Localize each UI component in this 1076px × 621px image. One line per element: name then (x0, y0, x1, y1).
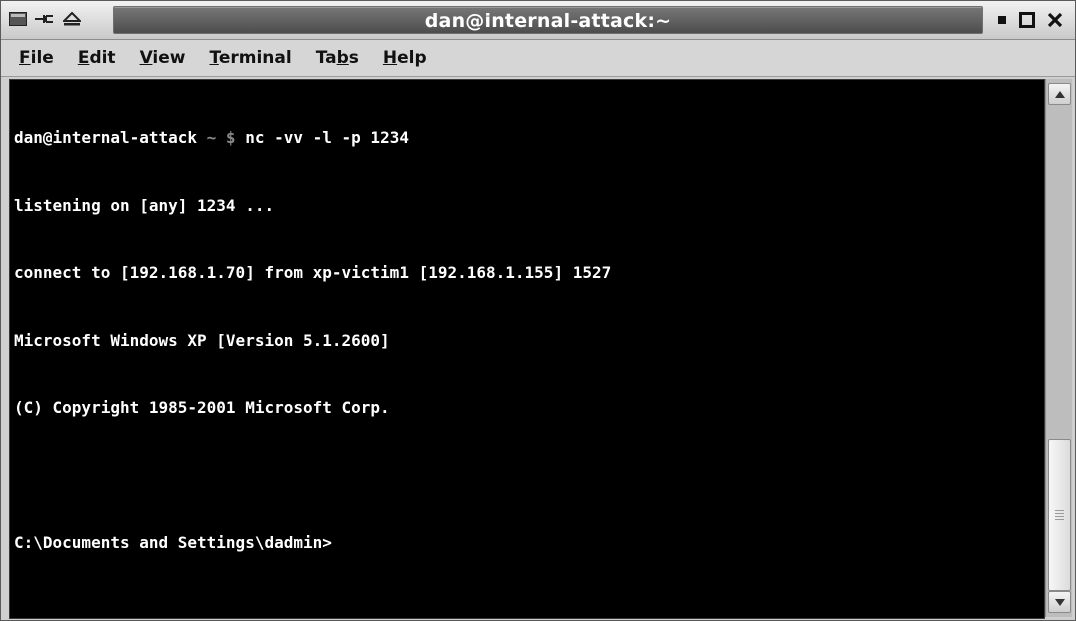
minimize-icon[interactable] (993, 9, 1011, 31)
scroll-down-icon[interactable] (1048, 591, 1071, 613)
terminal-line: listening on [any] 1234 ... (14, 195, 275, 215)
window-menu-icon[interactable] (7, 9, 29, 29)
grip-icon (1055, 510, 1064, 522)
close-icon[interactable] (1043, 9, 1067, 31)
window-title: dan@internal-attack:~ (424, 10, 672, 32)
terminal-prompt-line: dan@internal-attack ~ $ nc -vv -l -p 123… (14, 127, 611, 150)
menu-file-label: File (19, 48, 54, 68)
scroll-thumb[interactable] (1048, 439, 1071, 591)
prompt-separator: ~ $ (197, 128, 246, 147)
menu-file[interactable]: File (1, 40, 66, 76)
terminal-output[interactable]: dan@internal-attack ~ $ nc -vv -l -p 123… (9, 79, 1045, 619)
menu-tabs[interactable]: Tabs (304, 40, 371, 76)
terminal-line: ​ (14, 465, 611, 488)
terminal-line: (C) Copyright 1985-2001 Microsoft Corp. (14, 398, 390, 417)
menu-help-label: Help (382, 48, 427, 68)
menu-view[interactable]: View (128, 40, 198, 76)
menu-bar: File Edit View Terminal Tabs Help (1, 40, 1075, 77)
terminal-line: C:\Documents and Settings\dadmin> (14, 533, 332, 552)
menu-terminal[interactable]: Terminal (197, 40, 303, 76)
menu-view-label: View (139, 48, 186, 68)
menu-terminal-label: Terminal (209, 48, 292, 68)
prompt-user: dan@internal-attack (14, 128, 198, 147)
title-plate[interactable]: dan@internal-attack:~ (113, 6, 983, 34)
vertical-scrollbar[interactable] (1045, 79, 1072, 617)
menu-edit-label: Edit (77, 48, 116, 68)
menu-tabs-label: Tabs (315, 48, 359, 68)
scroll-up-icon[interactable] (1048, 83, 1071, 105)
title-bar[interactable]: dan@internal-attack:~ (1, 1, 1075, 40)
maximize-icon[interactable] (1016, 9, 1038, 31)
pin-icon[interactable] (33, 9, 55, 29)
terminal-line: Microsoft Windows XP [Version 5.1.2600] (14, 330, 390, 350)
terminal-window: dan@internal-attack:~ File Edit View Ter… (0, 0, 1076, 621)
terminal-line: connect to [192.168.1.70] from xp-victim… (14, 263, 612, 282)
menu-edit[interactable]: Edit (66, 40, 128, 76)
menu-help[interactable]: Help (371, 40, 439, 76)
eject-icon[interactable] (61, 9, 83, 29)
prompt-command: nc -vv -l -p 1234 (245, 128, 409, 147)
